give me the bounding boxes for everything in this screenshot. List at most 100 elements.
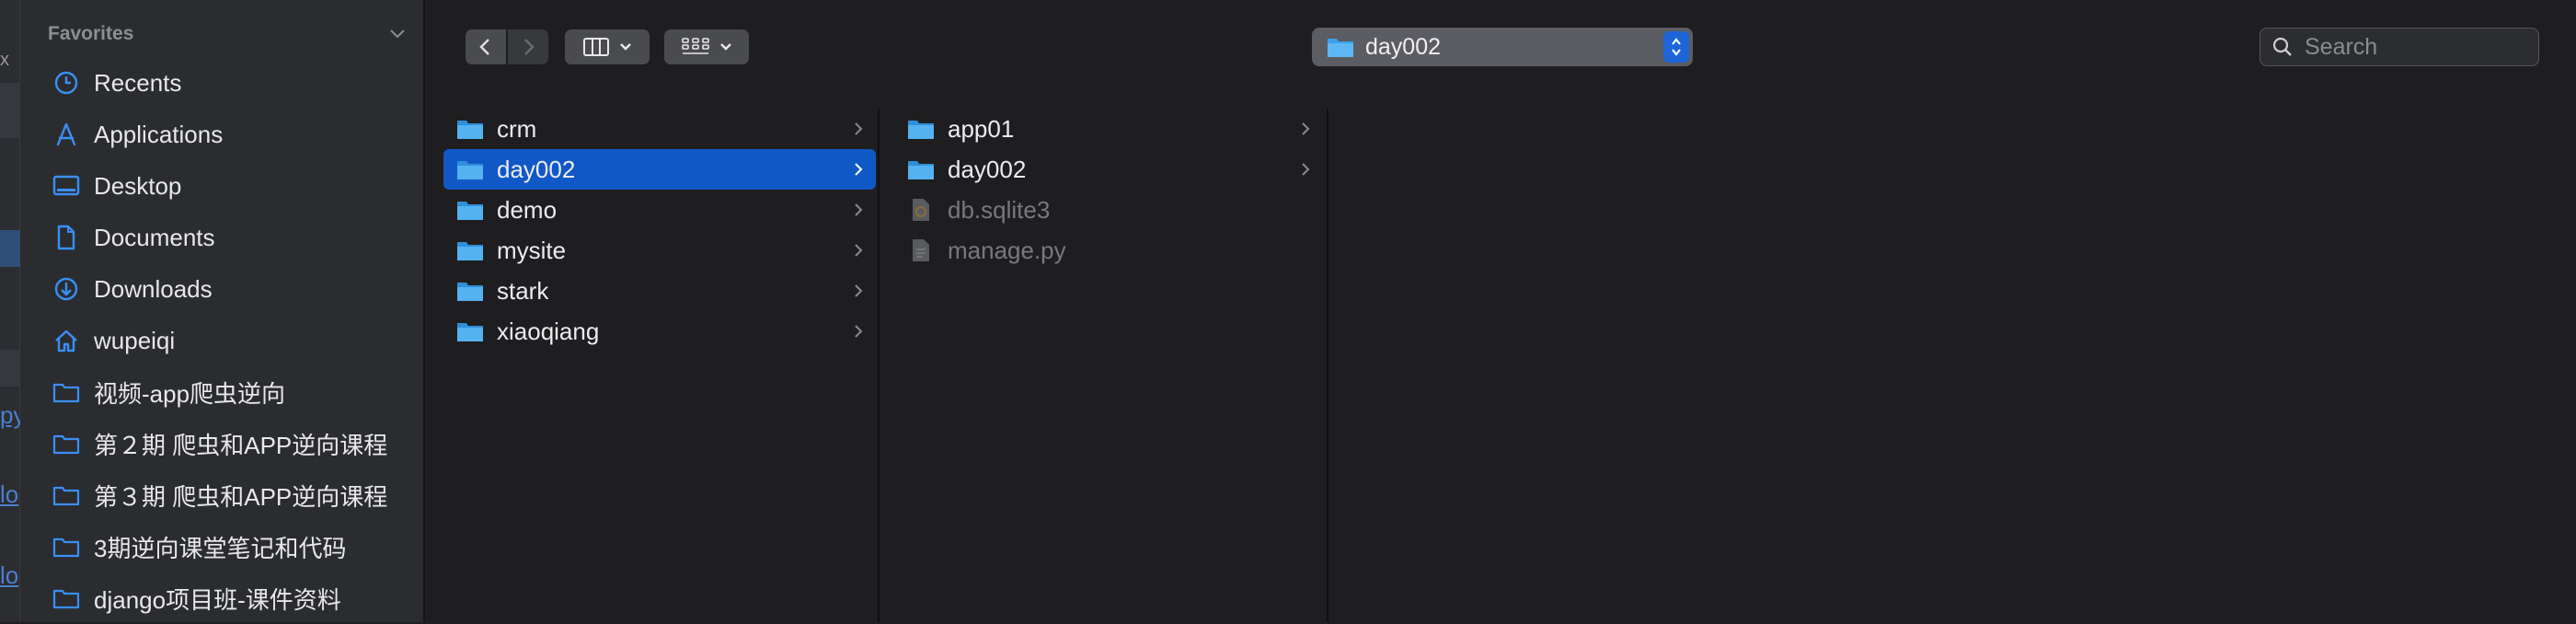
chevron-right-icon (1302, 122, 1310, 135)
background-block (0, 350, 20, 387)
column-divider[interactable] (1327, 109, 1328, 622)
sidebar-item-downloads[interactable]: Downloads (20, 263, 425, 315)
view-mode-button[interactable] (565, 29, 650, 64)
sidebar-item-recents[interactable]: Recents (20, 57, 425, 109)
browser-column-2: app01 day002 db.sqlite3 manage.py (894, 109, 1323, 622)
folder-icon (456, 238, 484, 262)
folder-row[interactable]: demo (443, 190, 876, 230)
favorites-section-header[interactable]: Favorites (48, 20, 425, 48)
folder-row[interactable]: day002 (894, 149, 1323, 190)
desktop-icon (52, 171, 81, 201)
sidebar-item-label: Downloads (94, 274, 213, 303)
path-label: day002 (1365, 33, 1442, 60)
chevron-right-icon (524, 39, 535, 55)
background-block (0, 230, 20, 267)
background-block (0, 83, 20, 138)
sidebar-item-home[interactable]: wupeiqi (20, 315, 425, 366)
chevron-down-icon (720, 43, 731, 51)
downloads-icon (52, 274, 81, 304)
chevron-right-icon (855, 203, 863, 216)
python-file-icon (907, 238, 935, 262)
folder-icon (456, 198, 484, 222)
sidebar-item-label: Desktop (94, 171, 182, 200)
background-text: lo (0, 561, 19, 589)
chevron-right-icon (855, 325, 863, 338)
file-row[interactable]: db.sqlite3 (894, 190, 1323, 230)
sidebar-item-documents[interactable]: Documents (20, 212, 425, 263)
row-label: mysite (497, 236, 567, 264)
folder-row[interactable]: xiaoqiang (443, 311, 876, 352)
section-title: Favorites (48, 23, 134, 44)
document-icon (52, 223, 81, 252)
background-text: lo (0, 480, 19, 508)
search-input[interactable] (2303, 32, 2524, 62)
group-button[interactable] (664, 29, 749, 64)
search-field[interactable] (2260, 28, 2539, 66)
sidebar-item-label: 第２期 爬虫和APP逆向课程 (94, 431, 388, 459)
toolbar: day002 (427, 0, 2576, 94)
path-popup-button[interactable]: day002 (1312, 28, 1693, 66)
stepper-icon (1663, 31, 1689, 63)
grid-icon (682, 38, 709, 54)
sidebar-item-label: Applications (94, 120, 224, 148)
chevron-left-icon (479, 39, 489, 55)
folder-icon (907, 117, 935, 141)
sidebar-item-label: wupeiqi (94, 326, 176, 354)
folder-icon (52, 532, 81, 561)
chevron-right-icon (855, 163, 863, 176)
sidebar-item-folder[interactable]: 第３期 爬虫和APP逆向课程 (20, 469, 425, 521)
sidebar-item-folder[interactable]: 3期逆向课堂笔记和代码 (20, 521, 425, 572)
file-browser: day002 crm day002 demo mysite (427, 0, 2576, 622)
applications-icon (52, 120, 81, 149)
column-divider[interactable] (878, 109, 880, 622)
sidebar: Favorites Recents Applications Desktop D… (20, 0, 425, 622)
chevron-down-icon (620, 43, 631, 51)
sidebar-item-folder[interactable]: 视频-app爬虫逆向 (20, 366, 425, 418)
database-file-icon (907, 198, 935, 222)
folder-row-selected[interactable]: day002 (443, 149, 876, 190)
row-label: crm (497, 114, 537, 143)
search-icon (2272, 37, 2292, 56)
chevron-right-icon (1302, 163, 1310, 176)
file-row[interactable]: manage.py (894, 230, 1323, 271)
folder-icon (456, 117, 484, 141)
clock-icon (52, 68, 81, 98)
row-label: app01 (948, 114, 1015, 143)
folder-icon (52, 377, 81, 407)
sidebar-item-applications[interactable]: Applications (20, 109, 425, 160)
background-text: py (0, 401, 26, 429)
sidebar-item-label: Documents (94, 223, 215, 251)
sidebar-item-label: 第３期 爬虫和APP逆向课程 (94, 482, 388, 511)
folder-row[interactable]: crm (443, 109, 876, 149)
folder-icon (1328, 39, 1353, 57)
sidebar-item-desktop[interactable]: Desktop (20, 160, 425, 212)
folder-row[interactable]: mysite (443, 230, 876, 271)
chevron-right-icon (855, 284, 863, 297)
sidebar-item-label: 视频-app爬虫逆向 (94, 379, 286, 408)
folder-row[interactable]: stark (443, 271, 876, 311)
columns-view-icon (583, 38, 609, 56)
browser-column-1: crm day002 demo mysite stark xiaoqiang (443, 109, 876, 622)
row-label: stark (497, 276, 549, 305)
background-text: x (0, 50, 9, 70)
chevron-right-icon (855, 244, 863, 257)
folder-row[interactable]: app01 (894, 109, 1323, 149)
sidebar-item-folder[interactable]: 第２期 爬虫和APP逆向课程 (20, 418, 425, 469)
back-button[interactable] (466, 29, 506, 64)
sidebar-item-label: Recents (94, 68, 182, 97)
folder-icon (907, 157, 935, 181)
folder-icon (456, 319, 484, 343)
row-label: day002 (948, 155, 1027, 183)
folder-icon (52, 480, 81, 510)
sidebar-item-label: 3期逆向课堂笔记和代码 (94, 534, 347, 562)
row-label: day002 (497, 155, 576, 183)
forward-button[interactable] (508, 29, 548, 64)
sidebar-item-folder[interactable]: django项目班-课件资料 (20, 572, 425, 624)
chevron-down-icon[interactable] (390, 29, 405, 39)
folder-icon (456, 157, 484, 181)
row-label: demo (497, 195, 558, 224)
row-label: db.sqlite3 (948, 195, 1051, 224)
folder-icon (456, 279, 484, 303)
favorites-list: Recents Applications Desktop Documents D… (20, 57, 425, 624)
home-icon (52, 326, 81, 355)
